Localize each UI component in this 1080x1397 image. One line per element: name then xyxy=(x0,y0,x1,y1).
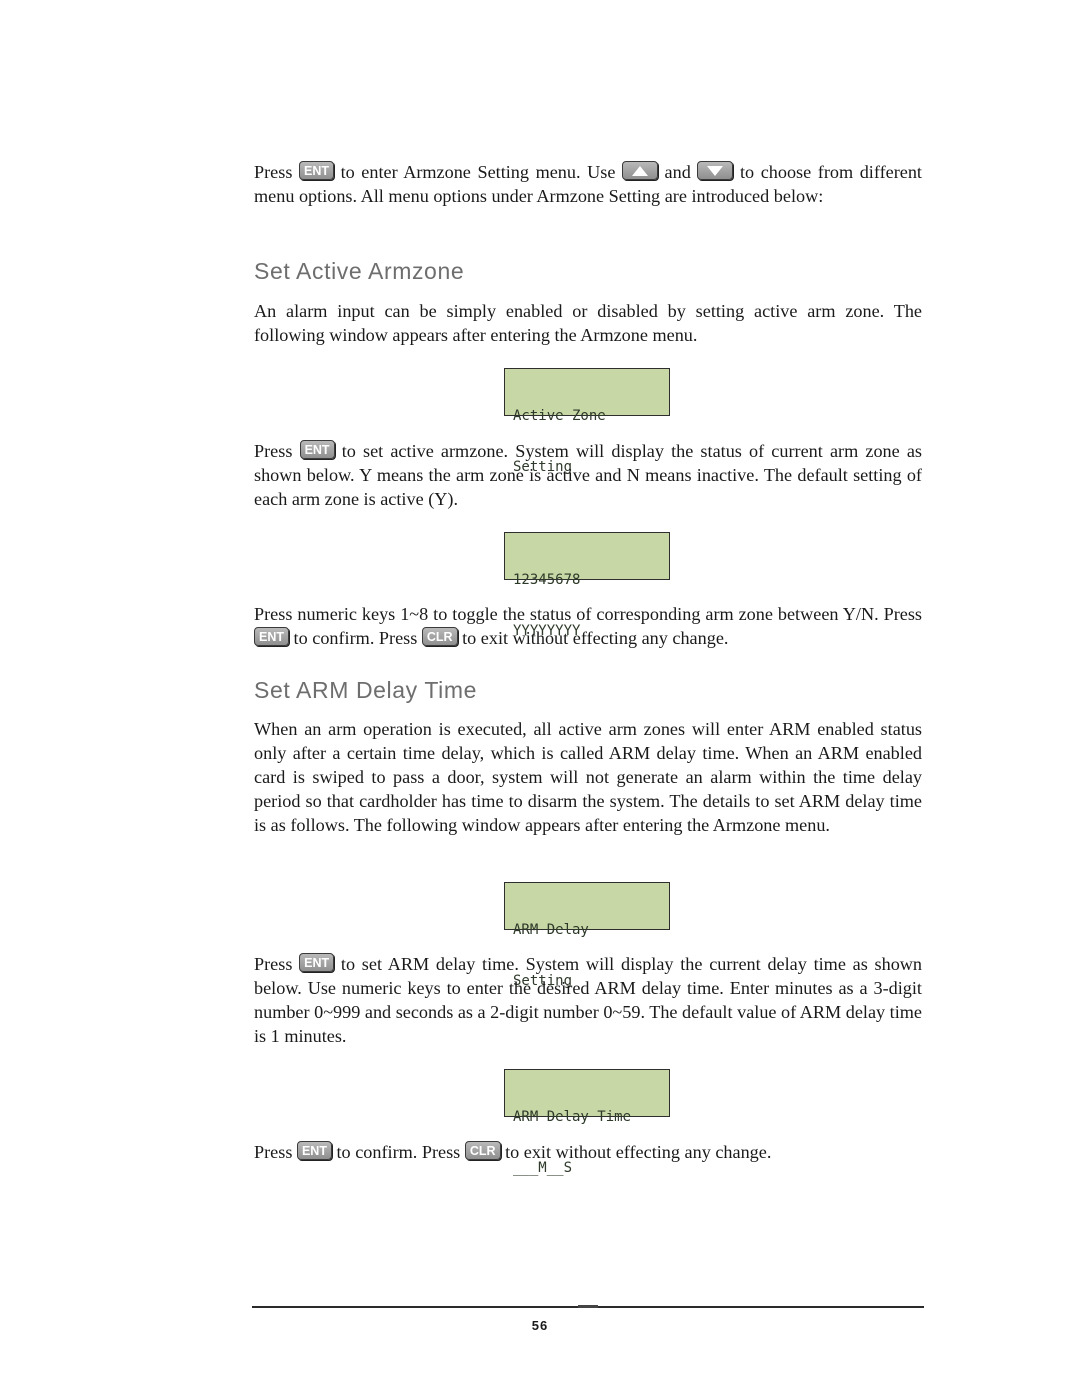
active-armzone-instructions: Press ENT to set active armzone. System … xyxy=(254,439,922,511)
ent-key-icon: ENT xyxy=(299,953,335,973)
instruction-text: to confirm. Press xyxy=(336,1142,461,1162)
up-triangle-icon xyxy=(631,166,648,177)
clr-key-icon: CLR xyxy=(464,1141,501,1161)
lcd-display-arm-delay-setting: ARM Delay Setting xyxy=(504,882,670,989)
lcd-line-1: Active Zone xyxy=(513,408,606,424)
intro-text: and xyxy=(664,162,691,182)
intro-text: Press xyxy=(254,162,293,182)
instruction-text: Press xyxy=(254,954,293,974)
intro-text: to enter Armzone Setting menu. Use xyxy=(340,162,616,182)
clr-key-icon: CLR xyxy=(421,627,458,647)
toggle-zone-instructions: Press numeric keys 1~8 to toggle the sta… xyxy=(254,602,922,650)
ent-key-icon: ENT xyxy=(298,161,334,181)
down-triangle-icon xyxy=(707,166,724,177)
ent-key-icon: ENT xyxy=(296,1141,332,1161)
section-heading-active-armzone: Set Active Armzone xyxy=(254,258,465,284)
arm-delay-confirm-instructions: Press ENT to confirm. Press CLR to exit … xyxy=(254,1140,922,1164)
instruction-text: Press xyxy=(254,441,293,461)
active-armzone-description: An alarm input can be simply enabled or … xyxy=(254,301,922,345)
down-arrow-key-icon xyxy=(697,161,734,181)
intro-paragraph: Press ENT to enter Armzone Setting menu.… xyxy=(254,160,922,208)
lcd-line-1: ARM Delay xyxy=(513,922,589,938)
lcd-display-zone-status: 12345678 YYYYYYYY xyxy=(504,532,670,639)
arm-delay-description: When an arm operation is executed, all a… xyxy=(254,719,922,835)
instruction-text: Press xyxy=(254,1142,293,1162)
up-arrow-key-icon xyxy=(621,161,658,181)
lcd-line-1: 12345678 xyxy=(513,572,581,588)
arm-delay-instructions: Press ENT to set ARM delay time. System … xyxy=(254,952,922,1048)
instruction-text: to exit without effecting any change. xyxy=(462,628,729,648)
instruction-text: Press numeric keys 1~8 to toggle the sta… xyxy=(254,604,922,624)
instruction-text: to set active armzone. System will displ… xyxy=(254,441,923,509)
section-heading-arm-delay-time: Set ARM Delay Time xyxy=(254,677,477,703)
lcd-line-1: ARM Delay Time xyxy=(513,1109,632,1125)
instruction-text: to exit without effecting any change. xyxy=(505,1142,772,1162)
instruction-text: to set ARM delay time. System will displ… xyxy=(254,954,923,1046)
instruction-text: to confirm. Press xyxy=(293,628,418,648)
page-number: 56 xyxy=(531,1318,549,1333)
footer-divider-tab xyxy=(578,1305,598,1308)
ent-key-icon: ENT xyxy=(254,627,289,647)
lcd-display-arm-delay-time: ARM Delay Time ___M__S xyxy=(504,1069,670,1176)
ent-key-icon: ENT xyxy=(299,440,335,460)
lcd-display-active-zone-setting: Active Zone Setting xyxy=(504,368,670,475)
